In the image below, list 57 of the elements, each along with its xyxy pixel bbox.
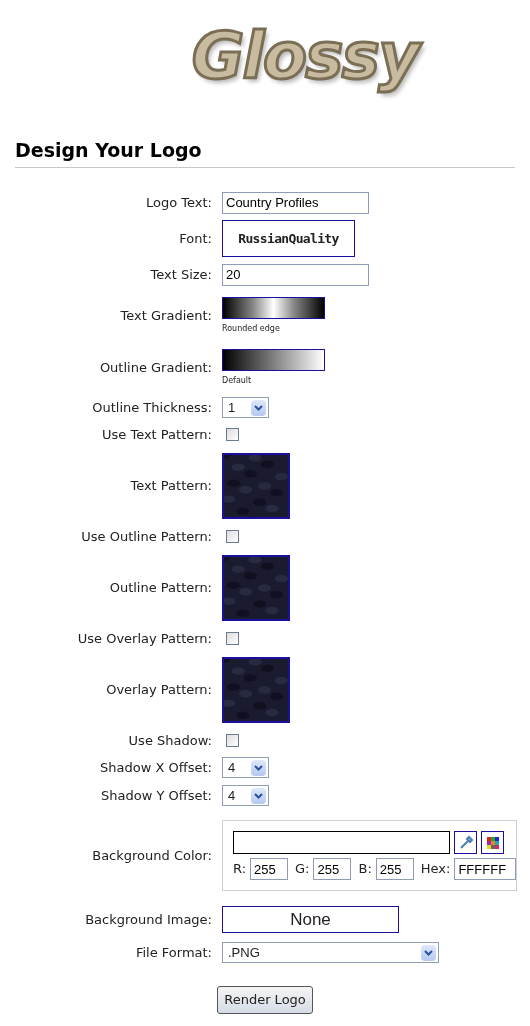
channel-label: B: bbox=[358, 860, 372, 879]
dropdown-value: .PNG bbox=[227, 943, 260, 962]
field-label: Use Shadow: bbox=[127, 731, 213, 750]
text-field[interactable]: Country Profiles bbox=[222, 191, 369, 214]
channel-field[interactable]: 255 bbox=[313, 858, 352, 880]
field-label: Background Color: bbox=[91, 846, 213, 865]
dropdown-arrow-icon bbox=[251, 759, 266, 776]
channel-field[interactable]: 255 bbox=[250, 858, 288, 880]
dropdown[interactable]: 4 bbox=[222, 785, 269, 806]
dropdown-value: 4 bbox=[227, 786, 236, 805]
hex-field[interactable]: FFFFFF bbox=[454, 858, 517, 880]
gradient-swatch[interactable] bbox=[222, 348, 325, 371]
hex-label: Hex: bbox=[420, 860, 451, 879]
gradient-caption: Default bbox=[222, 374, 253, 387]
section-heading: Design Your Logo bbox=[15, 138, 203, 163]
field-label: Overlay Pattern: bbox=[105, 680, 213, 699]
field-label: Use Text Pattern: bbox=[101, 425, 213, 444]
field-label: Text Pattern: bbox=[129, 476, 213, 495]
dropdown-arrow-icon bbox=[421, 944, 436, 961]
field-label: File Format: bbox=[134, 943, 213, 962]
field-label: Outline Thickness: bbox=[91, 398, 213, 417]
checkbox[interactable] bbox=[226, 632, 239, 645]
channel-field[interactable]: 255 bbox=[375, 858, 414, 880]
field-label: Shadow Y Offset: bbox=[100, 786, 213, 805]
dropdown-arrow-icon bbox=[251, 399, 266, 416]
palette-icon bbox=[486, 836, 499, 849]
checkbox[interactable] bbox=[226, 734, 239, 747]
field-label: Background Image: bbox=[84, 910, 213, 929]
field-label: Outline Pattern: bbox=[108, 578, 213, 597]
field-label: Use Outline Pattern: bbox=[80, 527, 213, 546]
field-label: Outline Gradient: bbox=[98, 358, 213, 377]
dropdown-arrow-icon bbox=[251, 787, 266, 804]
font-name: RussianQuality bbox=[238, 229, 339, 248]
field-label: Font: bbox=[178, 229, 213, 248]
palette-button[interactable] bbox=[481, 831, 504, 854]
dropdown[interactable]: 1 bbox=[222, 397, 269, 418]
dropdown[interactable]: .PNG bbox=[222, 942, 439, 963]
render-logo-button[interactable]: Render Logo bbox=[217, 985, 313, 1014]
text-field[interactable]: 20 bbox=[222, 263, 369, 286]
background-image-button[interactable]: None bbox=[222, 906, 399, 933]
font-preview[interactable]: RussianQuality bbox=[222, 220, 355, 257]
dropdown-value: 1 bbox=[227, 398, 236, 417]
field-label: Shadow X Offset: bbox=[99, 758, 213, 777]
field-label: Use Overlay Pattern: bbox=[76, 629, 213, 648]
gradient-swatch[interactable] bbox=[222, 296, 325, 319]
field-label: Logo Text: bbox=[145, 193, 213, 212]
dropdown-value: 4 bbox=[227, 758, 236, 777]
field-label: Text Size: bbox=[149, 265, 213, 284]
checkbox[interactable] bbox=[226, 530, 239, 543]
channel-label: R: bbox=[233, 860, 246, 879]
field-label: Text Gradient: bbox=[119, 306, 213, 325]
gradient-caption: Rounded edge bbox=[222, 322, 281, 335]
channel-label: G: bbox=[295, 860, 310, 879]
color-preview-field[interactable] bbox=[233, 831, 450, 854]
eyedropper-button[interactable] bbox=[454, 831, 477, 854]
dropdown[interactable]: 4 bbox=[222, 757, 269, 778]
checkbox[interactable] bbox=[226, 428, 239, 441]
